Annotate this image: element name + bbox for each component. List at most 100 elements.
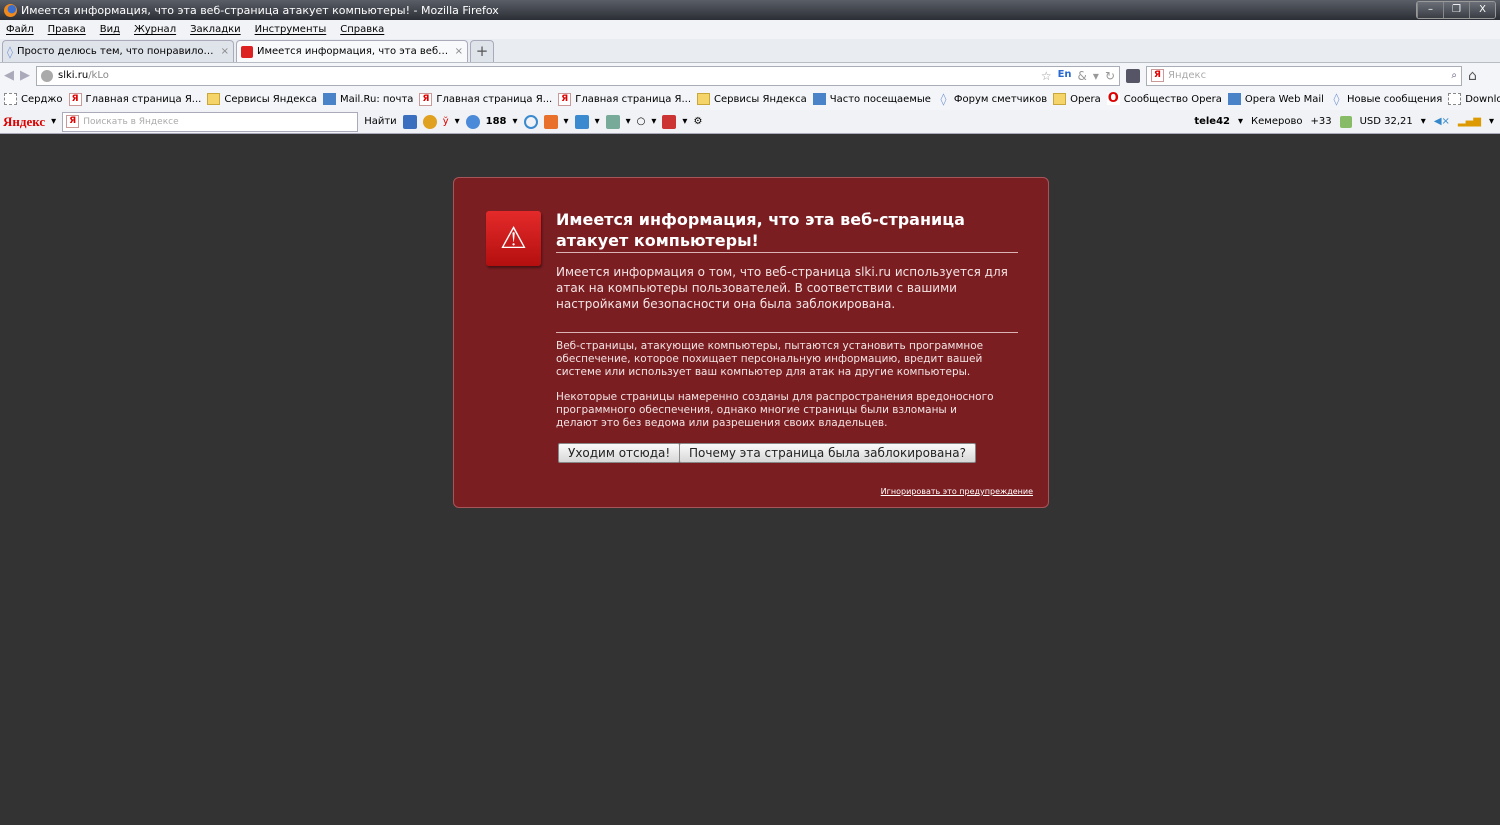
bookmark-label: Сервисы Яндекса (224, 93, 318, 105)
bar-icon[interactable] (422, 114, 437, 129)
bookmark-item[interactable]: ◊ Новые сообщения (1330, 93, 1442, 105)
mute-icon[interactable]: ◀× (1434, 116, 1450, 127)
user-name[interactable]: tele42 (1194, 116, 1230, 127)
yandex-icon: Я (419, 92, 433, 106)
opera-icon: O (1106, 91, 1120, 106)
folder-icon (207, 93, 221, 105)
yandex-icon: Я (66, 115, 80, 128)
mail-icon[interactable] (465, 114, 480, 129)
folder-icon (697, 93, 711, 105)
bookmark-label: Mail.Ru: почта (340, 93, 414, 105)
weather-temp[interactable]: +33 (1310, 116, 1331, 127)
bookmark-item[interactable]: Я Главная страница Я... (558, 92, 692, 106)
city[interactable]: Кемерово (1251, 116, 1302, 127)
ignore-warning-link[interactable]: Игнорировать это предупреждение (881, 487, 1033, 496)
bookmark-item[interactable]: Opera (1053, 93, 1101, 105)
tab-2-active[interactable]: Имеется информация, что эта веб-стр... × (236, 40, 468, 62)
menu-view[interactable]: Вид (100, 24, 120, 35)
page-icon (4, 93, 17, 105)
page-icon (1448, 93, 1462, 105)
blue-icon (1227, 93, 1241, 105)
yandex-search-placeholder: Поискать в Яндексе (83, 116, 179, 127)
signal-icon[interactable]: ▂▄▆ (1458, 116, 1481, 127)
tab-label: Имеется информация, что эта веб-стр... (257, 46, 451, 57)
malware-warning-dialog: ⚠ Имеется информация, что эта веб-страни… (453, 177, 1049, 508)
back-button[interactable]: ◀ (4, 68, 14, 83)
get-me-out-button[interactable]: Уходим отсюда! (558, 443, 681, 463)
tab-1[interactable]: ◊ Просто делюсь тем, что понравилось....… (2, 40, 234, 62)
why-blocked-button[interactable]: Почему эта страница была заблокирована? (679, 443, 976, 463)
bookmark-item[interactable]: Часто посещаемые (812, 93, 931, 105)
maximize-button[interactable]: ❐ (1443, 2, 1469, 18)
bar-icon[interactable] (402, 114, 417, 129)
bookmark-item[interactable]: Я Главная страница Я... (68, 92, 202, 106)
menu-tools[interactable]: Инструменты (255, 24, 327, 35)
gear-icon[interactable]: ⚙ (693, 116, 702, 127)
menu-bookmarks[interactable]: Закладки (190, 24, 241, 35)
star-icon[interactable]: ☆ (1041, 69, 1052, 83)
bookmark-item[interactable]: Сервисы Яндекса (207, 93, 317, 105)
bar-icon[interactable] (662, 114, 677, 129)
tab-label: Просто делюсь тем, что понравилось.... (16, 46, 217, 57)
url-bar[interactable]: slki.ru/kLo ☆ En & ▾ ↻ (36, 65, 1120, 86)
bookmark-item[interactable]: Mail.Ru: почта (323, 93, 413, 105)
yandex-icon: Я (68, 92, 82, 106)
bookmark-label: Часто посещаемые (829, 93, 931, 105)
bookmarks-bar: Серджо Я Главная страница Я... Сервисы Янде… (0, 88, 1500, 110)
bookmark-item[interactable]: Сервисы Яндекса (697, 93, 807, 105)
folder-icon (1053, 93, 1067, 105)
bar-icon[interactable] (543, 114, 558, 129)
menu-edit[interactable]: Правка (48, 24, 86, 35)
menu-file[interactable]: Файл (6, 24, 34, 35)
bar-icon[interactable] (523, 114, 538, 129)
yandex-search-input[interactable]: Я Поискать в Яндексе (62, 111, 359, 132)
bookmark-item[interactable]: Opera Web Mail (1227, 93, 1324, 105)
bookmark-item[interactable]: O Сообщество Opera (1106, 91, 1222, 106)
bookmark-item[interactable]: ◊ Форум сметчиков (937, 93, 1047, 105)
diamond-icon: ◊ (940, 92, 947, 106)
yandex-icon: Я (1151, 69, 1164, 82)
yandex-toolbar: Яндекс ▾ Я Поискать в Яндексе Найти ў ▾ 18… (0, 110, 1500, 134)
home-icon[interactable]: ⌂ (1468, 68, 1477, 84)
tab-close-icon[interactable]: × (221, 46, 229, 57)
bookmark-item[interactable]: Download.com (1448, 93, 1500, 105)
bookmark-item[interactable]: Я Главная страница Я... (419, 92, 552, 106)
reload-icon[interactable]: ↻ (1105, 69, 1115, 83)
currency-rate[interactable]: USD 32,21 (1360, 116, 1413, 127)
bookmark-label: Сервисы Яндекса (714, 93, 807, 105)
bar-icon[interactable]: ў (443, 116, 449, 127)
yandex-logo[interactable]: Яндекс (3, 114, 45, 130)
menu-history[interactable]: Журнал (134, 24, 176, 35)
bookmark-panel-icon[interactable] (1126, 68, 1140, 83)
find-button[interactable]: Найти (364, 116, 396, 127)
new-tab-button[interactable]: + (470, 40, 494, 62)
tab-close-icon[interactable]: × (455, 46, 463, 57)
currency-icon (1339, 115, 1352, 128)
globe-icon (41, 69, 53, 82)
search-placeholder: Яндекс (1168, 70, 1207, 81)
chevron-down-icon[interactable]: ▾ (51, 116, 56, 127)
warning-summary: Имеется информация о том, что веб-страни… (556, 264, 1018, 333)
bookmark-label: Opera (1070, 93, 1101, 105)
mail-count[interactable]: 188 (486, 116, 507, 127)
ampersand-icon[interactable]: & (1078, 69, 1087, 83)
comment-icon[interactable]: ○ (637, 116, 646, 127)
bar-icon[interactable] (605, 114, 620, 129)
translate-icon[interactable] (574, 114, 589, 129)
search-icon[interactable]: ⌕ (1451, 70, 1457, 81)
search-box[interactable]: Я Яндекс ⌕ (1146, 65, 1462, 86)
menu-bar: Файл Правка Вид Журнал Закладки Инструме… (0, 20, 1500, 39)
yandex-icon: Я (558, 92, 572, 106)
menu-help[interactable]: Справка (340, 24, 384, 35)
window-controls: – ❐ X (1416, 1, 1496, 19)
dropdown-icon[interactable]: ▾ (1093, 69, 1099, 83)
bookmark-item[interactable]: Серджо (4, 93, 63, 105)
bookmark-label: Главная страница Я... (85, 93, 202, 105)
bookmark-label: Главная страница Я... (575, 93, 692, 105)
blocked-icon (241, 45, 253, 58)
minimize-button[interactable]: – (1417, 2, 1443, 18)
forward-button[interactable]: ▶ (20, 68, 30, 83)
firefox-icon (4, 3, 17, 17)
close-window-button[interactable]: X (1469, 2, 1495, 18)
warning-title: Имеется информация, что эта веб-страница… (556, 209, 1018, 253)
